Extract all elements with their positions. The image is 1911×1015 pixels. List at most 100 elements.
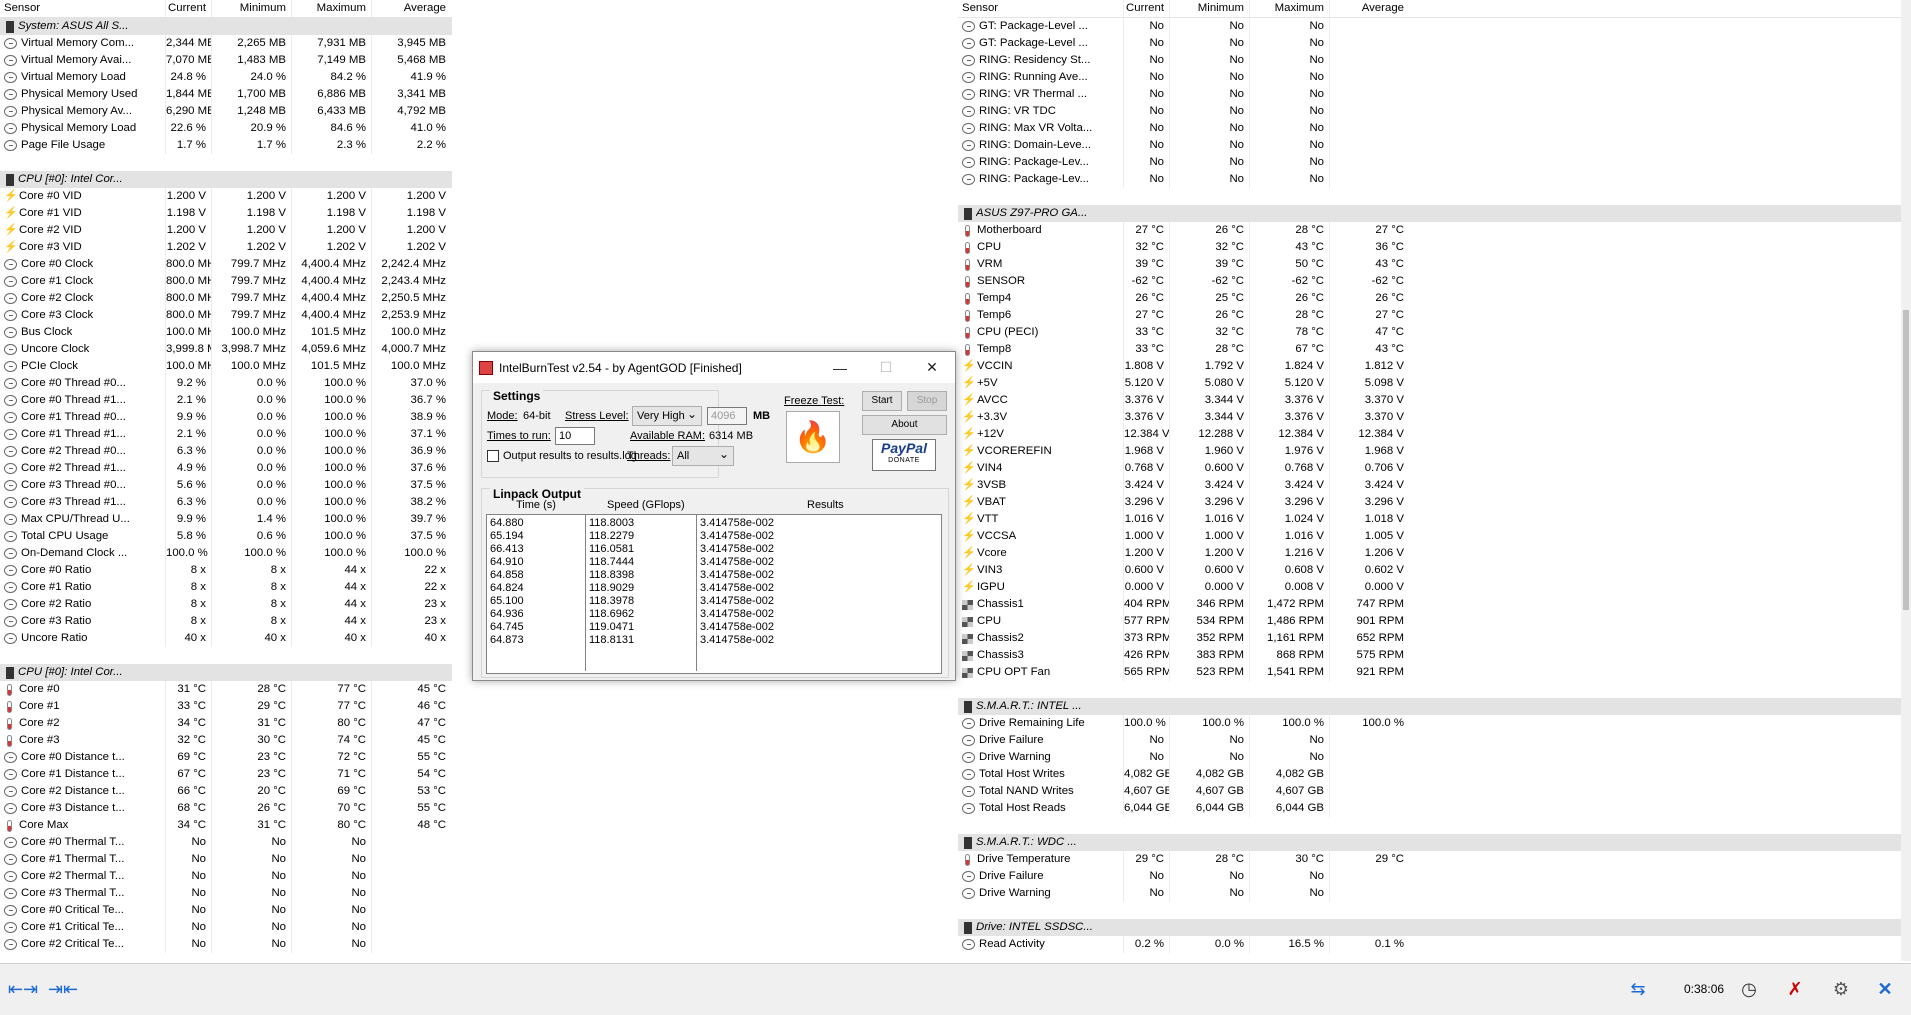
sensor-row[interactable]: Core #0 Critical Te... No No No — [0, 902, 452, 919]
close-icon[interactable]: ✕ — [1868, 976, 1902, 1002]
about-button[interactable]: About — [862, 415, 947, 435]
output-results-checkbox[interactable] — [487, 450, 499, 462]
sensor-row[interactable]: VRM 39 °C 39 °C 50 °C 43 °C — [958, 256, 1911, 273]
sensor-row[interactable]: Chassis2 373 RPM 352 RPM 1,161 RPM 652 RPM — [958, 630, 1911, 647]
sensor-row[interactable]: Core #3 Thermal T... No No No — [0, 885, 452, 902]
sensor-group-header[interactable]: S.M.A.R.T.: INTEL ... — [958, 698, 1911, 715]
sensor-row[interactable]: VCCSA1.000 V1.000 V1.016 V1.005 V — [958, 528, 1911, 545]
sensor-row[interactable]: Physical Memory Av... 6,290 MB 1,248 MB 6,4… — [0, 103, 452, 120]
sensor-row[interactable]: Bus Clock100.0 MHz100.0 MHz101.5 MHz100.… — [0, 324, 452, 341]
sensor-row[interactable]: Total NAND Writes 4,607 GB 4,607 GB 4,607 G… — [958, 783, 1911, 800]
right-sensor-panel[interactable]: Sensor Current Minimum Maximum Average GT: Pa… — [958, 0, 1911, 961]
linpack-output-list[interactable]: 64.880 65.194 66.413 64.910 64.858 64.82… — [486, 514, 942, 674]
sensor-row[interactable]: RING: VR TDC No No No — [958, 103, 1911, 120]
sensor-row[interactable]: Drive Warning No No No — [958, 885, 1911, 902]
sensor-row[interactable]: Core #1 Critical Te... No No No — [0, 919, 452, 936]
sensor-row[interactable]: Physical Memory Used 1,844 MB 1,700 MB 6,88… — [0, 86, 452, 103]
sensor-row[interactable]: Vcore1.200 V1.200 V1.216 V1.206 V — [958, 545, 1911, 562]
reset-icon[interactable]: ✗ — [1778, 976, 1812, 1002]
sensor-row[interactable]: GT: Package-Level ... No No No — [958, 35, 1911, 52]
sensor-row[interactable]: +5V5.120 V5.080 V5.120 V5.098 V — [958, 375, 1911, 392]
sensor-row[interactable]: Page File Usage 1.7 % 1.7 % 2.3 % 2.2 % — [0, 137, 452, 154]
sensor-row[interactable]: Core Max 34 °C 31 °C 80 °C 48 °C — [0, 817, 452, 834]
sensor-row[interactable]: PCIe Clock100.0 MHz100.0 MHz101.5 MHz100… — [0, 358, 452, 375]
sensor-row[interactable]: VCCIN 1.808 V1.792 V1.824 V1.812 V — [958, 358, 1911, 375]
settings-gear-icon[interactable]: ⚙ — [1824, 976, 1858, 1002]
sensor-row[interactable]: Core #2 Critical Te... No No No — [0, 936, 452, 953]
sensor-row[interactable]: CPU 577 RPM 534 RPM 1,486 RPM 901 RPM — [958, 613, 1911, 630]
sensor-row[interactable]: Core #2 Distance t... 66 °C 20 °C 69 °C 53 °… — [0, 783, 452, 800]
sensor-row[interactable]: Total CPU Usage 5.8 % 0.6 % 100.0 % 37.5 % — [0, 528, 452, 545]
sensor-row[interactable]: Core #2 Thermal T... No No No — [0, 868, 452, 885]
sensor-group-header[interactable]: System: ASUS All S... — [0, 18, 452, 35]
threads-select[interactable]: All — [672, 445, 734, 466]
maximize-icon[interactable]: ☐ — [863, 352, 909, 383]
sensor-row[interactable]: Chassis1 404 RPM 346 RPM 1,472 RPM 747 RPM — [958, 596, 1911, 613]
sensor-row[interactable]: +12V12.384 V12.288 V12.384 V12.384 V — [958, 426, 1911, 443]
sensor-row[interactable]: Core #0 Distance t... 69 °C 23 °C 72 °C 55 °… — [0, 749, 452, 766]
sensor-row[interactable]: Temp6 27 °C 26 °C 28 °C 27 °C — [958, 307, 1911, 324]
sensor-row[interactable]: VBAT3.296 V3.296 V3.296 V3.296 V — [958, 494, 1911, 511]
sensor-row[interactable]: Virtual Memory Avai... 7,070 MB 1,483 MB 7,… — [0, 52, 452, 69]
sensor-row[interactable]: Core #0 31 °C 28 °C 77 °C 45 °C — [0, 681, 452, 698]
sensor-group-header[interactable]: Drive: INTEL SSDSC... — [958, 919, 1911, 936]
header-sensor[interactable]: Sensor — [958, 0, 1123, 17]
sensor-row[interactable]: Core #3 Ratio 8 x8 x 44 x 23 x — [0, 613, 452, 630]
sensor-row[interactable]: 3VSB3.424 V3.424 V3.424 V3.424 V — [958, 477, 1911, 494]
sensor-row[interactable]: RING: VR Thermal ... No No No — [958, 86, 1911, 103]
sensor-row[interactable]: Core #1 Thermal T... No No No — [0, 851, 452, 868]
sensor-row[interactable]: CPU (PECI) 33 °C 32 °C 78 °C 47 °C — [958, 324, 1911, 341]
close-window-icon[interactable]: ✕ — [909, 352, 955, 383]
sensor-row[interactable]: Core #1 Clock 800.0 MHz799.7 MHz4,400.4 M… — [0, 273, 452, 290]
sensor-row[interactable]: Drive Warning No No No — [958, 749, 1911, 766]
sensor-row[interactable]: GT: Package-Level ... No No No — [958, 18, 1911, 35]
sensor-row[interactable]: Drive Remaining Life 100.0 % 100.0 % 100.0 … — [958, 715, 1911, 732]
sensor-row[interactable]: Core #3 Thread #1... 6.3 % 0.0 % 100.0 % 38.… — [0, 494, 452, 511]
sensor-row[interactable]: RING: Running Ave... No No No — [958, 69, 1911, 86]
freeze-test-fire-icon[interactable]: 🔥 — [786, 411, 840, 463]
header-maximum[interactable]: Maximum — [291, 0, 371, 17]
sensor-group-header[interactable]: CPU [#0]: Intel Cor... — [0, 664, 452, 681]
sensor-row[interactable]: Total Host Writes 4,082 GB 4,082 GB 4,082 G… — [958, 766, 1911, 783]
left-sensor-panel[interactable]: Sensor Current Minimum Maximum Average System… — [0, 0, 452, 961]
sensor-row[interactable]: Core #2 34 °C 31 °C 80 °C 47 °C — [0, 715, 452, 732]
sensor-row[interactable]: Core #2 VID1.200 V1.200 V1.200 V1.200 V — [0, 222, 452, 239]
sensor-row[interactable]: AVCC3.376 V3.344 V3.376 V3.370 V — [958, 392, 1911, 409]
sensor-row[interactable]: IGPU0.000 V0.000 V0.008 V0.000 V — [958, 579, 1911, 596]
sensor-row[interactable]: Core #2 Thread #0... 6.3 % 0.0 % 100.0 % 36.… — [0, 443, 452, 460]
sensor-row[interactable]: Drive Temperature 29 °C 28 °C 30 °C 29 °C — [958, 851, 1911, 868]
sensor-group-header[interactable]: ASUS Z97-PRO GA... — [958, 205, 1911, 222]
header-minimum[interactable]: Minimum — [1169, 0, 1249, 17]
header-maximum[interactable]: Maximum — [1249, 0, 1329, 17]
stop-button[interactable]: Stop — [907, 391, 947, 411]
sensor-row[interactable]: Virtual Memory Com... 2,344 MB 2,265 MB 7,9… — [0, 35, 452, 52]
sensor-row[interactable]: RING: Residency St... No No No — [958, 52, 1911, 69]
sensor-row[interactable]: Core #0 VID1.200 V1.200 V1.200 V1.200 V — [0, 188, 452, 205]
sensor-row[interactable]: Core #1 VID1.198 V1.198 V1.198 V1.198 V — [0, 205, 452, 222]
times-to-run-input[interactable]: 10 — [555, 427, 595, 445]
sensor-row[interactable]: Total Host Reads 6,044 GB 6,044 GB 6,044 GB — [958, 800, 1911, 817]
sensor-row[interactable]: RING: Domain-Leve... No No No — [958, 137, 1911, 154]
sensor-row[interactable]: Core #3 Distance t... 68 °C 26 °C 70 °C 55 °… — [0, 800, 452, 817]
sensor-row[interactable]: Drive Failure No No No — [958, 868, 1911, 885]
title-bar[interactable]: IntelBurnTest v2.54 - by AgentGOD [Finis… — [473, 352, 955, 383]
sensor-row[interactable]: Max CPU/Thread U... 9.9 % 1.4 % 100.0 % 39.7… — [0, 511, 452, 528]
sensor-row[interactable]: CPU OPT Fan 565 RPM 523 RPM 1,541 RPM 921 RP… — [958, 664, 1911, 681]
sensor-row[interactable]: Core #3 32 °C 30 °C 74 °C 45 °C — [0, 732, 452, 749]
collapse-columns-icon[interactable]: ⇥⇤ — [46, 976, 80, 1002]
minimize-icon[interactable]: — — [817, 352, 863, 383]
sensor-row[interactable]: Motherboard 27 °C 26 °C 28 °C 27 °C — [958, 222, 1911, 239]
sensor-row[interactable]: Core #2 Ratio 8 x8 x 44 x 23 x — [0, 596, 452, 613]
sensor-row[interactable]: Core #1 Ratio 8 x8 x 44 x 22 x — [0, 579, 452, 596]
sensor-row[interactable]: Core #3 VID1.202 V1.202 V1.202 V1.202 V — [0, 239, 452, 256]
sensor-group-header[interactable]: S.M.A.R.T.: WDC ... — [958, 834, 1911, 851]
network-sync-icon[interactable]: ⇆ — [1618, 976, 1658, 1002]
header-average[interactable]: Average — [371, 0, 451, 17]
sensor-row[interactable]: Chassis3 426 RPM 383 RPM 868 RPM 575 RPM — [958, 647, 1911, 664]
start-button[interactable]: Start — [862, 391, 902, 411]
sensor-row[interactable]: Uncore Ratio 40 x 40 x 40 x 40 x — [0, 630, 452, 647]
header-current[interactable]: Current — [1123, 0, 1169, 17]
sensor-row[interactable]: VIN40.768 V0.600 V0.768 V0.706 V — [958, 460, 1911, 477]
paypal-donate-button[interactable]: PayPal DONATE — [872, 439, 936, 471]
sensor-row[interactable]: +3.3V3.376 V3.344 V3.376 V3.370 V — [958, 409, 1911, 426]
